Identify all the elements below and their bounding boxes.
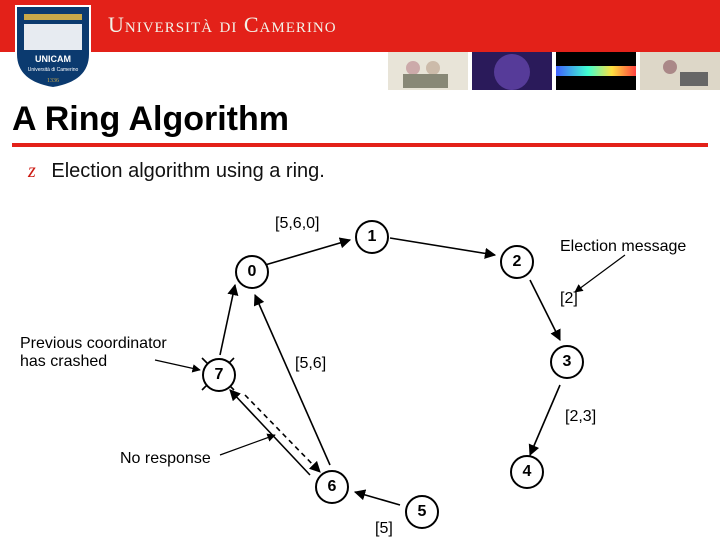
header-thumbnails — [388, 52, 720, 90]
annotation-election-message: Election message — [560, 238, 686, 256]
title-underline — [12, 143, 708, 147]
node-2: 2 — [500, 245, 534, 279]
node-1: 1 — [355, 220, 389, 254]
bullet-text: Election algorithm using a ring. — [51, 160, 324, 182]
node-6: 6 — [315, 470, 349, 504]
edge-label-23: [2,3] — [565, 408, 596, 426]
bullet-line: z Election algorithm using a ring. — [28, 160, 325, 183]
university-name: Università di Camerino — [108, 12, 337, 38]
edge-label-56: [5,6] — [295, 355, 326, 373]
node-4: 4 — [510, 455, 544, 489]
unicam-shield-logo: UNICAM Università di Camerino 1336 — [14, 4, 92, 90]
thumb-students — [388, 52, 468, 90]
slide-header: UNICAM Università di Camerino 1336 Unive… — [0, 0, 720, 90]
annotation-no-response: No response — [120, 450, 211, 468]
node-3: 3 — [550, 345, 584, 379]
bullet-marker: z — [28, 160, 36, 182]
thumb-spectrum — [556, 52, 636, 90]
edge-label-5: [5] — [375, 520, 393, 538]
node-7: 7 — [202, 358, 236, 392]
edge-label-2: [2] — [560, 290, 578, 308]
ring-diagram: 0 1 2 3 4 5 6 7 [5,6,0] [2] [5,6] [2,3] … — [20, 200, 700, 530]
annotation-crashed: Previous coordinator has crashed — [20, 335, 170, 371]
svg-text:UNICAM: UNICAM — [35, 54, 71, 64]
thumb-abstract-1 — [472, 52, 552, 90]
node-5: 5 — [405, 495, 439, 529]
node-0: 0 — [235, 255, 269, 289]
thumb-laptop-user — [640, 52, 720, 90]
slide-title: A Ring Algorithm — [12, 100, 708, 139]
title-block: A Ring Algorithm — [12, 100, 708, 147]
svg-text:Università di Camerino: Università di Camerino — [28, 67, 79, 73]
edge-label-560: [5,6,0] — [275, 215, 319, 233]
svg-text:1336: 1336 — [47, 78, 59, 84]
